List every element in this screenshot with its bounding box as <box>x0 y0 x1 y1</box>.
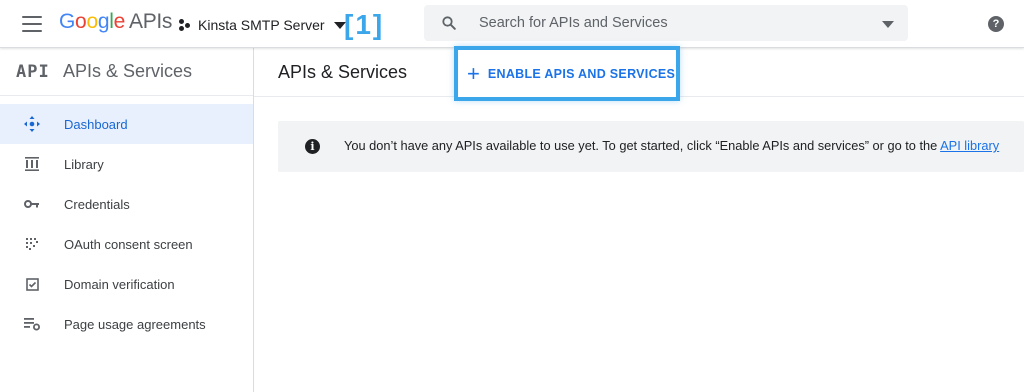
info-icon: i <box>305 139 320 154</box>
info-message: You don’t have any APIs available to use… <box>344 138 999 153</box>
sidebar-title: APIs & Services <box>63 61 193 81</box>
page-title: APIs & Services <box>278 62 408 82</box>
annotation-label: [1] <box>344 9 385 40</box>
dashboard-icon <box>23 115 41 133</box>
top-app-bar: GoogleAPIs Kinsta SMTP Server [1] ? <box>0 0 1024 48</box>
sidebar-item-label: Credentials <box>64 196 130 212</box>
google-apis-logo[interactable]: Google APIs <box>59 10 172 34</box>
project-icon <box>178 18 192 32</box>
sidebar-item-label: Page usage agreements <box>64 316 206 332</box>
sidebar-item-label: Library <box>64 156 104 172</box>
sidebar-item-label: Domain verification <box>64 276 175 292</box>
enable-apis-label: ENABLE APIS AND SERVICES <box>487 66 676 81</box>
sidebar-item-oauth-consent-screen[interactable]: OAuth consent screen <box>0 224 253 264</box>
library-icon <box>23 155 41 173</box>
info-banner: i You don’t have any APIs available to u… <box>278 121 1024 172</box>
project-name: Kinsta SMTP Server <box>198 17 325 33</box>
menu-icon[interactable] <box>22 16 42 32</box>
project-selector[interactable]: Kinsta SMTP Server <box>178 14 346 36</box>
search-icon <box>442 16 456 30</box>
search-bar[interactable] <box>424 5 908 41</box>
sidebar: API APIs & Services Dashboard Library Cr… <box>0 48 254 392</box>
settings-list-icon <box>23 315 41 333</box>
sidebar-item-page-usage-agreements[interactable]: Page usage agreements <box>0 304 253 344</box>
oauth-icon <box>23 235 41 253</box>
plus-icon: + <box>467 60 480 86</box>
info-message-text: You don’t have any APIs available to use… <box>344 138 941 153</box>
key-icon <box>23 195 41 213</box>
sidebar-item-credentials[interactable]: Credentials <box>0 184 253 224</box>
api-icon: API <box>16 61 50 82</box>
enable-apis-button[interactable]: + ENABLE APIS AND SERVICES <box>458 50 676 97</box>
enable-button-highlight: + ENABLE APIS AND SERVICES <box>454 46 680 101</box>
sidebar-item-library[interactable]: Library <box>0 144 253 184</box>
sidebar-item-label: OAuth consent screen <box>64 236 193 252</box>
api-library-link[interactable]: API library <box>940 138 999 153</box>
sidebar-item-domain-verification[interactable]: Domain verification <box>0 264 253 304</box>
sidebar-nav: Dashboard Library Credentials OAuth cons… <box>0 104 253 344</box>
search-input[interactable] <box>479 5 859 41</box>
sidebar-header: API APIs & Services <box>0 48 253 96</box>
search-dropdown-icon[interactable] <box>882 21 894 28</box>
checkbox-icon <box>23 275 41 293</box>
sidebar-item-label: Dashboard <box>64 116 128 132</box>
sidebar-item-dashboard[interactable]: Dashboard <box>0 104 253 144</box>
help-icon[interactable]: ? <box>988 16 1004 32</box>
